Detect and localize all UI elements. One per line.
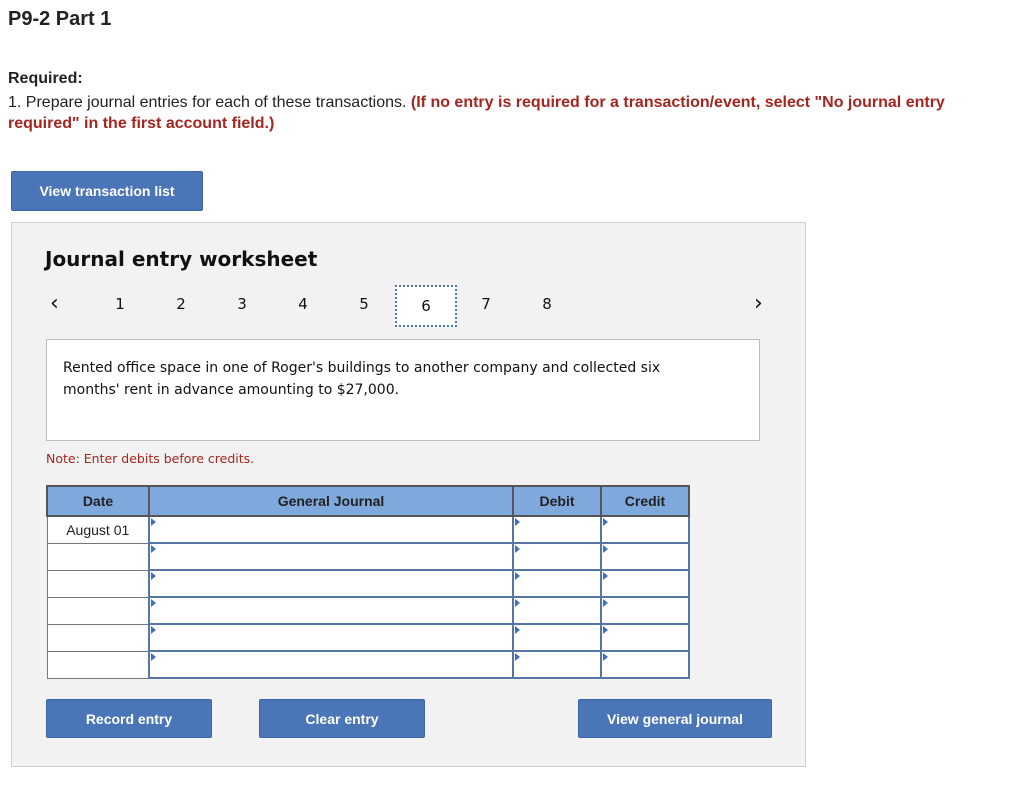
header-general-journal: General Journal xyxy=(148,485,514,517)
account-field[interactable] xyxy=(150,625,512,650)
account-field-cell xyxy=(148,542,514,571)
credit-field-cell xyxy=(600,542,690,571)
page-title: P9-2 Part 1 xyxy=(8,8,112,30)
header-debit: Debit xyxy=(512,485,602,517)
header-date: Date xyxy=(46,485,150,517)
clear-entry-button[interactable]: Clear entry xyxy=(259,699,425,738)
required-label: Required: xyxy=(8,70,83,87)
transaction-description: Rented office space in one of Roger's bu… xyxy=(63,360,661,398)
view-transaction-list-button[interactable]: View transaction list xyxy=(11,171,203,211)
account-field-cell xyxy=(148,569,514,598)
header-credit: Credit xyxy=(600,485,690,517)
credit-field-cell xyxy=(600,515,690,544)
journal-row: August 01 xyxy=(46,515,690,544)
date-cell xyxy=(46,596,150,625)
instruction-text: 1. Prepare journal entries for each of t… xyxy=(8,94,411,111)
debit-field-cell xyxy=(512,542,602,571)
account-field-cell xyxy=(148,623,514,652)
journal-table: Date General Journal Debit Credit August… xyxy=(46,485,690,679)
debit-field-cell xyxy=(512,569,602,598)
credit-field-cell xyxy=(600,569,690,598)
debit-field[interactable] xyxy=(514,625,600,650)
account-field[interactable] xyxy=(150,598,512,623)
debit-field[interactable] xyxy=(514,598,600,623)
debit-field-cell xyxy=(512,596,602,625)
view-general-journal-button[interactable]: View general journal xyxy=(578,699,772,738)
debit-field[interactable] xyxy=(514,571,600,596)
credit-field[interactable] xyxy=(602,598,688,623)
date-cell xyxy=(46,542,150,571)
debit-field-cell xyxy=(512,515,602,544)
credit-field[interactable] xyxy=(602,544,688,569)
journal-entry-worksheet-panel: Journal entry worksheet ‹ 1 2 3 4 5 6 7 … xyxy=(11,222,806,767)
account-field-cell xyxy=(148,515,514,544)
transaction-description-box: Rented office space in one of Roger's bu… xyxy=(46,339,760,441)
debit-field-cell xyxy=(512,650,602,679)
account-field[interactable] xyxy=(150,517,512,542)
page-1[interactable]: 1 xyxy=(105,289,135,319)
journal-row xyxy=(46,542,690,571)
credit-field-cell xyxy=(600,650,690,679)
chevron-left-icon[interactable]: ‹ xyxy=(50,291,59,316)
journal-row xyxy=(46,569,690,598)
worksheet-title: Journal entry worksheet xyxy=(45,247,318,271)
date-cell xyxy=(46,650,150,679)
page-7[interactable]: 7 xyxy=(471,289,501,319)
instructions: 1. Prepare journal entries for each of t… xyxy=(8,92,998,134)
page-3[interactable]: 3 xyxy=(227,289,257,319)
date-cell xyxy=(46,623,150,652)
note-text: Note: Enter debits before credits. xyxy=(46,451,255,466)
journal-row xyxy=(46,623,690,652)
account-field[interactable] xyxy=(150,652,512,677)
page-4[interactable]: 4 xyxy=(288,289,318,319)
transaction-pager: ‹ 1 2 3 4 5 6 7 8 › xyxy=(12,285,805,327)
account-field[interactable] xyxy=(150,571,512,596)
credit-field-cell xyxy=(600,596,690,625)
debit-field[interactable] xyxy=(514,544,600,569)
credit-field[interactable] xyxy=(602,652,688,677)
account-field-cell xyxy=(148,596,514,625)
credit-field-cell xyxy=(600,623,690,652)
account-field[interactable] xyxy=(150,544,512,569)
credit-field[interactable] xyxy=(602,517,688,542)
chevron-right-icon[interactable]: › xyxy=(754,291,763,316)
page-6-active[interactable]: 6 xyxy=(395,285,457,327)
debit-field-cell xyxy=(512,623,602,652)
debit-field[interactable] xyxy=(514,517,600,542)
page-5[interactable]: 5 xyxy=(349,289,379,319)
credit-field[interactable] xyxy=(602,625,688,650)
account-field-cell xyxy=(148,650,514,679)
credit-field[interactable] xyxy=(602,571,688,596)
journal-row xyxy=(46,596,690,625)
date-cell: August 01 xyxy=(46,515,150,544)
page-8[interactable]: 8 xyxy=(532,289,562,319)
debit-field[interactable] xyxy=(514,652,600,677)
page-2[interactable]: 2 xyxy=(166,289,196,319)
journal-row xyxy=(46,650,690,679)
record-entry-button[interactable]: Record entry xyxy=(46,699,212,738)
date-cell xyxy=(46,569,150,598)
